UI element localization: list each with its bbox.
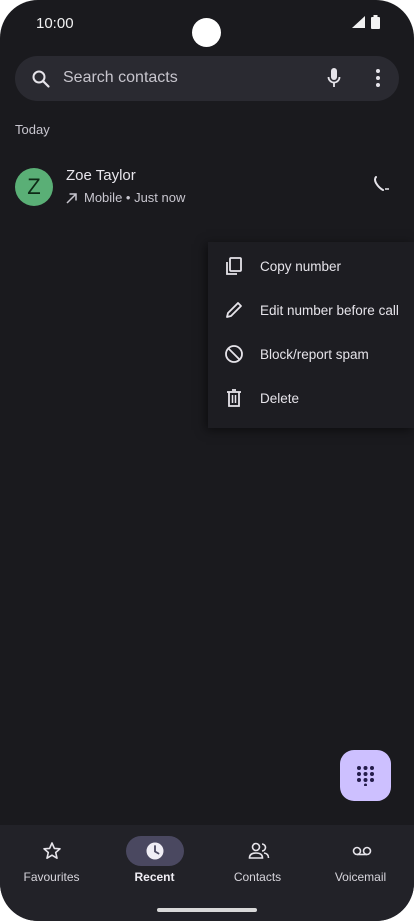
- search-icon: [32, 70, 50, 88]
- nav-icon-container: [23, 836, 81, 866]
- call-detail: Mobile • Just now: [66, 190, 185, 205]
- nav-label: Recent: [134, 870, 175, 884]
- block-icon: [225, 345, 243, 363]
- nav-label: Favourites: [23, 870, 80, 884]
- status-icons: [352, 15, 380, 29]
- home-indicator[interactable]: [157, 908, 257, 912]
- search-input[interactable]: Search contacts: [63, 69, 178, 87]
- nav-tab-recent[interactable]: Recent: [103, 825, 206, 895]
- dialpad-button[interactable]: [340, 750, 391, 801]
- mic-icon[interactable]: [327, 67, 341, 89]
- more-options-icon[interactable]: [375, 68, 381, 88]
- nav-icon-container: [229, 836, 287, 866]
- trash-icon: [227, 389, 241, 407]
- nav-tab-contacts[interactable]: Contacts: [206, 825, 309, 895]
- bottom-navigation: Favourites Recent Contacts Voicemail: [0, 825, 414, 921]
- nav-label: Contacts: [233, 870, 282, 884]
- nav-label: Voicemail: [334, 870, 387, 884]
- status-bar: 10:00: [0, 0, 414, 48]
- call-log-item[interactable]: Z Zoe Taylor Mobile • Just now: [0, 156, 414, 216]
- menu-item-label: Block/report spam: [260, 347, 369, 362]
- pencil-icon: [226, 302, 242, 318]
- menu-item-copy-number[interactable]: Copy number: [208, 244, 414, 288]
- menu-item-label: Edit number before call: [260, 303, 399, 318]
- clock-icon: [146, 842, 163, 860]
- nav-icon-container: [125, 836, 184, 866]
- menu-item-block-spam[interactable]: Block/report spam: [208, 332, 414, 376]
- menu-item-edit-number[interactable]: Edit number before call: [208, 288, 414, 332]
- signal-icon: [352, 16, 365, 28]
- dialpad-icon: [357, 766, 374, 786]
- copy-icon: [226, 257, 242, 275]
- menu-item-label: Delete: [260, 391, 300, 406]
- phone-icon[interactable]: [372, 174, 392, 194]
- star-icon: [42, 842, 61, 860]
- phone-screen: 10:00 Search contacts Today Z Zoe Taylor: [0, 0, 414, 921]
- menu-item-label: Copy number: [260, 259, 342, 274]
- outgoing-arrow-icon: [66, 192, 77, 204]
- status-time: 10:00: [36, 15, 74, 32]
- front-camera: [192, 18, 221, 47]
- nav-icon-container: [332, 836, 390, 866]
- battery-icon: [371, 15, 380, 29]
- menu-item-delete[interactable]: Delete: [208, 376, 414, 420]
- call-detail-text: Mobile • Just now: [84, 190, 186, 205]
- voicemail-icon: [352, 846, 371, 856]
- section-header-today: Today: [15, 122, 50, 137]
- nav-tab-favourites[interactable]: Favourites: [0, 825, 103, 895]
- caller-name: Zoe Taylor: [66, 167, 136, 184]
- people-icon: [248, 842, 269, 859]
- avatar: Z: [15, 168, 53, 206]
- search-bar[interactable]: Search contacts: [15, 56, 399, 101]
- nav-tab-voicemail[interactable]: Voicemail: [309, 825, 412, 895]
- context-menu: Copy number Edit number before call Bloc…: [208, 242, 414, 428]
